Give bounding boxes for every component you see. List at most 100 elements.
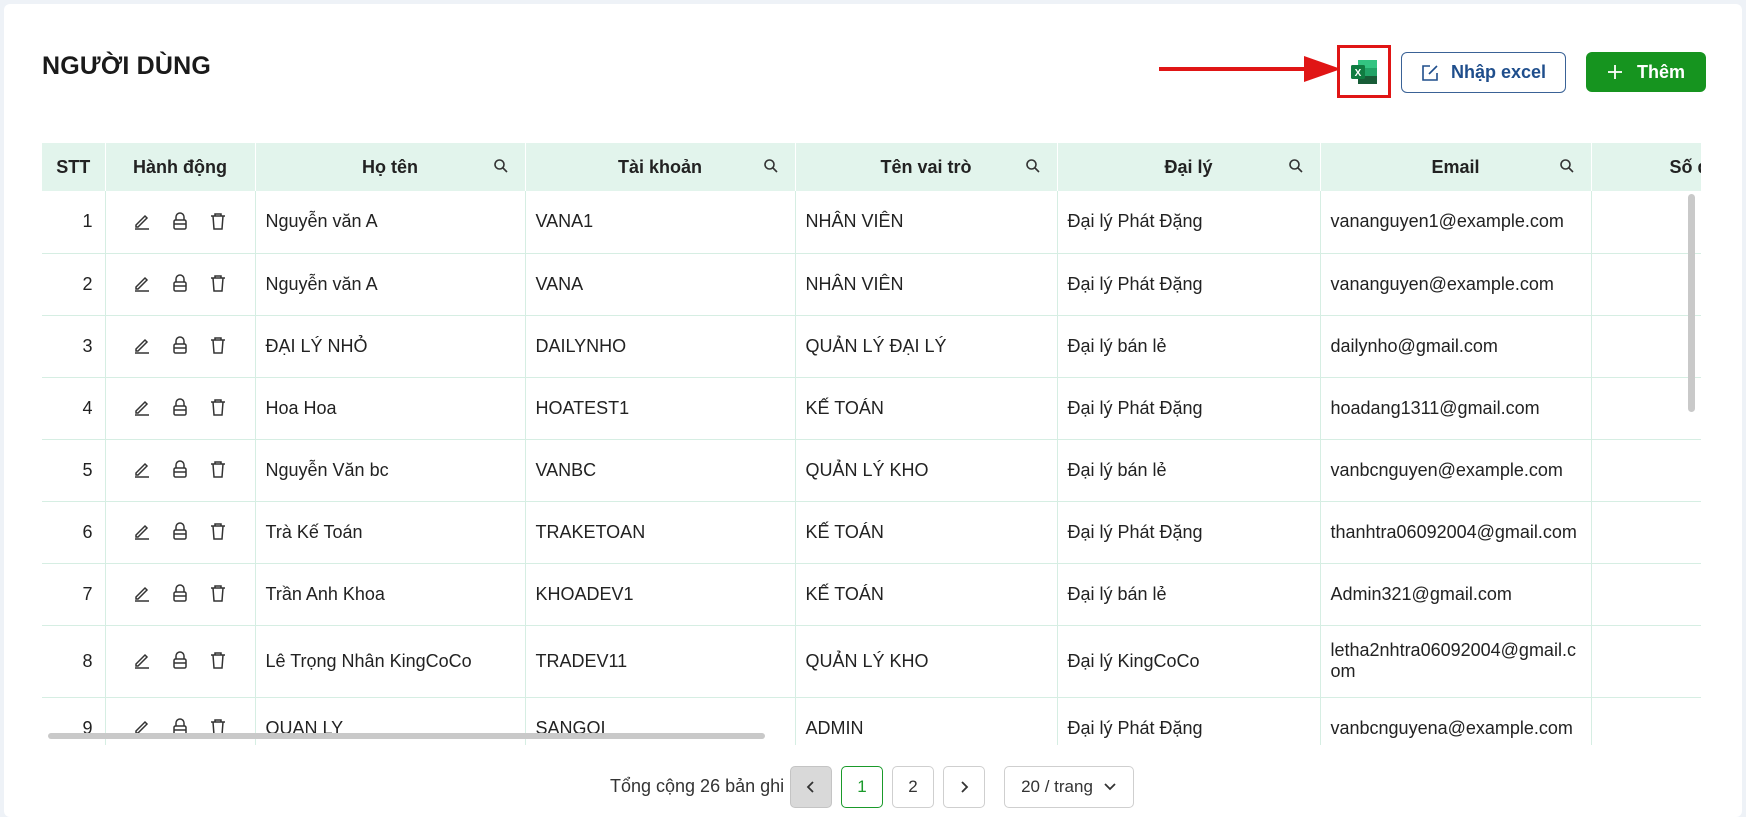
cell-role: QUẢN LÝ KHO xyxy=(795,625,1058,698)
table-row[interactable]: 8 Lê Trọng Nhân KingCoCo TRADEV11 QUẢN LÝ K… xyxy=(42,625,1701,698)
cell-phone xyxy=(1591,439,1701,502)
cell-name: Nguyễn văn A xyxy=(255,191,526,254)
cell-actions xyxy=(105,377,256,440)
cell-stt: 1 xyxy=(42,191,106,254)
cell-stt: 6 xyxy=(42,501,106,564)
lock-icon[interactable] xyxy=(169,459,191,481)
cell-phone xyxy=(1591,253,1701,316)
plus-icon xyxy=(1607,65,1622,79)
page-button-2[interactable]: 2 xyxy=(892,766,934,808)
column-header-agency: Đại lý xyxy=(1057,143,1321,191)
export-excel-button[interactable]: X xyxy=(1337,45,1391,98)
cell-email: hoadang1311@gmail.com xyxy=(1320,377,1592,440)
svg-text:X: X xyxy=(1355,68,1362,79)
chevron-right-icon xyxy=(961,781,969,793)
import-excel-label: Nhập excel xyxy=(1450,62,1547,82)
cell-actions xyxy=(105,563,256,626)
annotation-arrow-icon xyxy=(1159,56,1341,82)
table-row[interactable]: 1 Nguyễn văn A VANA1 NHÂN VIÊN Đại lý Phát Đ… xyxy=(42,191,1701,254)
cell-actions xyxy=(105,625,256,698)
search-icon[interactable] xyxy=(1025,158,1041,174)
column-header-phone: Số đi xyxy=(1591,143,1701,191)
search-icon[interactable] xyxy=(763,158,779,174)
cell-email: letha2nhtra06092004@gmail.com xyxy=(1320,625,1592,698)
cell-phone xyxy=(1591,377,1701,440)
trash-icon[interactable] xyxy=(207,211,229,233)
cell-role: QUẢN LÝ ĐẠI LÝ xyxy=(795,315,1058,378)
search-icon[interactable] xyxy=(1559,158,1575,174)
edit-icon[interactable] xyxy=(131,273,153,295)
import-excel-button[interactable]: Nhập excel xyxy=(1401,52,1566,93)
trash-icon[interactable] xyxy=(207,273,229,295)
cell-name: Trần Anh Khoa xyxy=(255,563,526,626)
cell-agency: Đại lý Phát Đặng xyxy=(1057,697,1321,745)
lock-icon[interactable] xyxy=(169,397,191,419)
trash-icon[interactable] xyxy=(207,335,229,357)
users-table-container[interactable]: STT Hành động Họ tên Tài khoản Tên vai t… xyxy=(42,143,1701,745)
lock-icon[interactable] xyxy=(169,335,191,357)
table-row[interactable]: 6 Trà Kế Toán TRAKETOAN KẾ TOÁN Đại lý Phát … xyxy=(42,501,1701,564)
page-button-1[interactable]: 1 xyxy=(841,766,883,808)
trash-icon[interactable] xyxy=(207,459,229,481)
column-header-email: Email xyxy=(1320,143,1592,191)
cell-phone xyxy=(1591,697,1701,745)
trash-icon[interactable] xyxy=(207,583,229,605)
search-icon[interactable] xyxy=(493,158,509,174)
column-header-role: Tên vai trò xyxy=(795,143,1058,191)
cell-account: HOATEST1 xyxy=(525,377,796,440)
cell-role: QUẢN LÝ KHO xyxy=(795,439,1058,502)
cell-account: VANBC xyxy=(525,439,796,502)
cell-agency: Đại lý Phát Đặng xyxy=(1057,191,1321,254)
table-row[interactable]: 2 Nguyễn văn A VANA NHÂN VIÊN Đại lý Phát Đặ… xyxy=(42,253,1701,316)
cell-account: TRAKETOAN xyxy=(525,501,796,564)
edit-icon[interactable] xyxy=(131,335,153,357)
cell-agency: Đại lý Phát Đặng xyxy=(1057,377,1321,440)
cell-actions xyxy=(105,501,256,564)
column-header-account: Tài khoản xyxy=(525,143,796,191)
cell-phone xyxy=(1591,501,1701,564)
edit-icon[interactable] xyxy=(131,583,153,605)
lock-icon[interactable] xyxy=(169,273,191,295)
excel-icon: X xyxy=(1351,59,1377,84)
horizontal-scrollbar[interactable] xyxy=(48,733,765,739)
cell-role: ADMIN xyxy=(795,697,1058,745)
column-header-name: Họ tên xyxy=(255,143,526,191)
cell-name: Nguyễn Văn bc xyxy=(255,439,526,502)
table-row[interactable]: 5 Nguyễn Văn bc VANBC QUẢN LÝ KHO Đại lý bán… xyxy=(42,439,1701,502)
edit-icon[interactable] xyxy=(131,459,153,481)
lock-icon[interactable] xyxy=(169,583,191,605)
cell-account: TRADEV11 xyxy=(525,625,796,698)
lock-icon[interactable] xyxy=(169,521,191,543)
trash-icon[interactable] xyxy=(207,397,229,419)
table-row[interactable]: 3 ĐẠI LÝ NHỎ DAILYNHO QUẢN LÝ ĐẠI LÝ Đại lý … xyxy=(42,315,1701,378)
table-row[interactable]: 4 Hoa Hoa HOATEST1 KẾ TOÁN Đại lý Phát Đặng h… xyxy=(42,377,1701,440)
cell-role: KẾ TOÁN xyxy=(795,377,1058,440)
table-row[interactable]: 7 Trần Anh Khoa KHOADEV1 KẾ TOÁN Đại lý bán … xyxy=(42,563,1701,626)
users-table: STT Hành động Họ tên Tài khoản Tên vai t… xyxy=(42,143,1701,745)
add-user-button[interactable]: Thêm xyxy=(1586,52,1706,92)
cell-actions xyxy=(105,315,256,378)
trash-icon[interactable] xyxy=(207,521,229,543)
cell-name: Hoa Hoa xyxy=(255,377,526,440)
prev-page-button[interactable] xyxy=(790,766,832,808)
next-page-button[interactable] xyxy=(943,766,985,808)
cell-email: vanbcnguyen@example.com xyxy=(1320,439,1592,502)
vertical-scrollbar[interactable] xyxy=(1688,194,1695,412)
table-header-row: STT Hành động Họ tên Tài khoản Tên vai t… xyxy=(42,143,1701,191)
search-icon[interactable] xyxy=(1288,158,1304,174)
cell-actions xyxy=(105,253,256,316)
edit-icon[interactable] xyxy=(131,650,153,672)
edit-icon[interactable] xyxy=(131,397,153,419)
trash-icon[interactable] xyxy=(207,650,229,672)
cell-email: dailynho@gmail.com xyxy=(1320,315,1592,378)
chevron-left-icon xyxy=(806,781,814,793)
cell-role: NHÂN VIÊN xyxy=(795,253,1058,316)
edit-icon[interactable] xyxy=(131,211,153,233)
cell-actions xyxy=(105,191,256,254)
edit-icon[interactable] xyxy=(131,521,153,543)
page-size-select[interactable]: 20 / trang xyxy=(1004,766,1134,808)
lock-icon[interactable] xyxy=(169,650,191,672)
cell-agency: Đại lý bán lẻ xyxy=(1057,439,1321,502)
lock-icon[interactable] xyxy=(169,211,191,233)
total-records-label: Tổng cộng 26 bản ghi xyxy=(610,776,785,796)
